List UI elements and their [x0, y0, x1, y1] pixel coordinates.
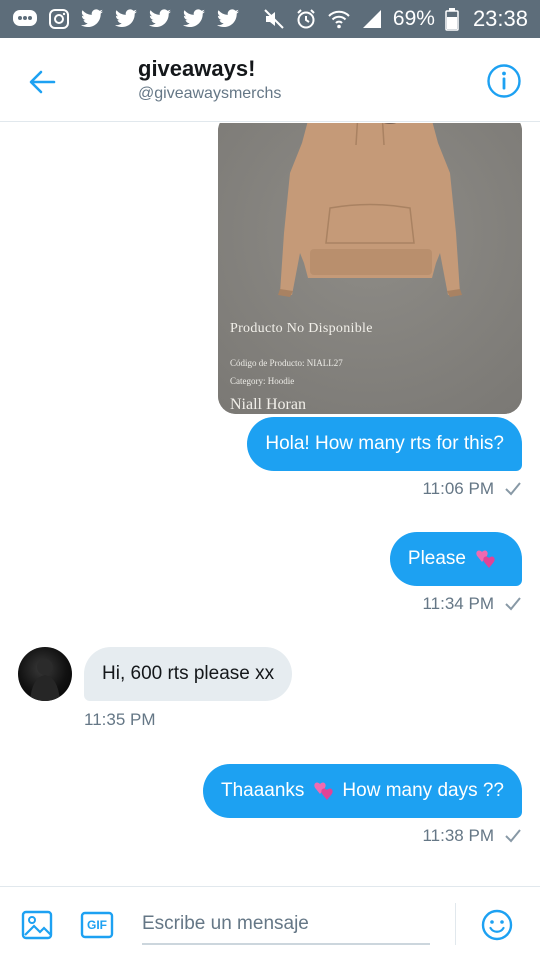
hoodie-image [218, 123, 522, 414]
twitter-icon [80, 9, 104, 29]
back-button[interactable] [22, 62, 62, 102]
alarm-icon [295, 8, 317, 30]
shared-product-image[interactable]: Producto No Disponible Código de Product… [218, 123, 522, 414]
product-code: Código de Producto: NIALL27 [230, 358, 343, 368]
message-bubble-sent[interactable]: Hola! How many rts for this? [247, 417, 522, 471]
message-bubble-sent[interactable]: Please [389, 532, 522, 586]
two-hearts-emoji-icon [314, 782, 334, 800]
sent-check-icon [505, 829, 521, 843]
arrow-left-icon [29, 70, 56, 94]
message-meta: 11:38 PM [422, 826, 522, 846]
message-time: 11:35 PM [84, 710, 156, 729]
message-text: Hi, 600 rts please xx [102, 663, 275, 684]
message-bubble-sent[interactable]: Thaaanks How many days ?? [202, 764, 522, 818]
twitter-icon [182, 9, 206, 29]
message-time: 11:34 PM [422, 594, 494, 613]
message-text: How many days ?? [342, 780, 504, 801]
dm-conversation-screen: 69% 23:38 giveaways! @giveawaysmerchs Pr… [0, 0, 540, 960]
message-meta: 11:34 PM [422, 594, 522, 614]
mute-icon [263, 8, 285, 30]
message-input[interactable] [142, 905, 430, 945]
composer-divider [455, 903, 456, 945]
conversation-header: giveaways! @giveawaysmerchs [0, 38, 540, 122]
smiley-icon [481, 909, 513, 941]
message-composer: GIF [0, 886, 540, 960]
twitter-icon [148, 9, 172, 29]
status-bar: 69% 23:38 [0, 0, 540, 38]
conversation-handle: @giveawaysmerchs [138, 85, 282, 102]
message-text: Thaaanks [220, 780, 305, 801]
add-gif-button[interactable]: GIF [80, 908, 114, 942]
message-meta: 11:06 PM [422, 479, 522, 499]
info-icon [487, 64, 521, 98]
wifi-icon [327, 8, 351, 30]
emoji-button[interactable] [480, 908, 514, 942]
message-text: Please [407, 548, 466, 569]
message-time: 11:06 PM [422, 479, 494, 498]
status-bar-system: 69% 23:38 [263, 6, 528, 32]
twitter-icon [114, 9, 138, 29]
two-hearts-emoji-icon [476, 550, 495, 568]
message-time: 11:38 PM [422, 826, 494, 845]
status-bar-notifications [12, 8, 240, 30]
battery-icon [445, 7, 459, 31]
sent-check-icon [505, 597, 521, 611]
product-status: Producto No Disponible [230, 321, 373, 336]
battery-percent: 69% [392, 7, 435, 30]
message-meta: 11:35 PM [84, 710, 156, 730]
info-button[interactable] [486, 63, 522, 99]
clock: 23:38 [472, 6, 528, 31]
message-bubble-received[interactable]: Hi, 600 rts please xx [84, 647, 293, 701]
add-photo-button[interactable] [20, 908, 54, 942]
avatar-photo [30, 659, 60, 701]
conversation-title-block[interactable]: giveaways! @giveawaysmerchs [138, 56, 281, 103]
sent-check-icon [505, 482, 521, 496]
instagram-icon [48, 8, 70, 30]
gif-label: GIF [87, 918, 107, 932]
sender-avatar[interactable] [18, 647, 72, 701]
message-text: Hola! How many rts for this? [265, 433, 504, 454]
image-icon [21, 910, 53, 940]
messages-icon [12, 8, 38, 30]
product-category: Category: Hoodie [230, 376, 295, 386]
conversation-title: giveaways! [138, 56, 256, 81]
message-list[interactable]: Producto No Disponible Código de Product… [0, 123, 540, 886]
product-name: Niall Horan [230, 396, 306, 413]
twitter-icon [216, 9, 240, 29]
signal-icon [361, 8, 383, 30]
